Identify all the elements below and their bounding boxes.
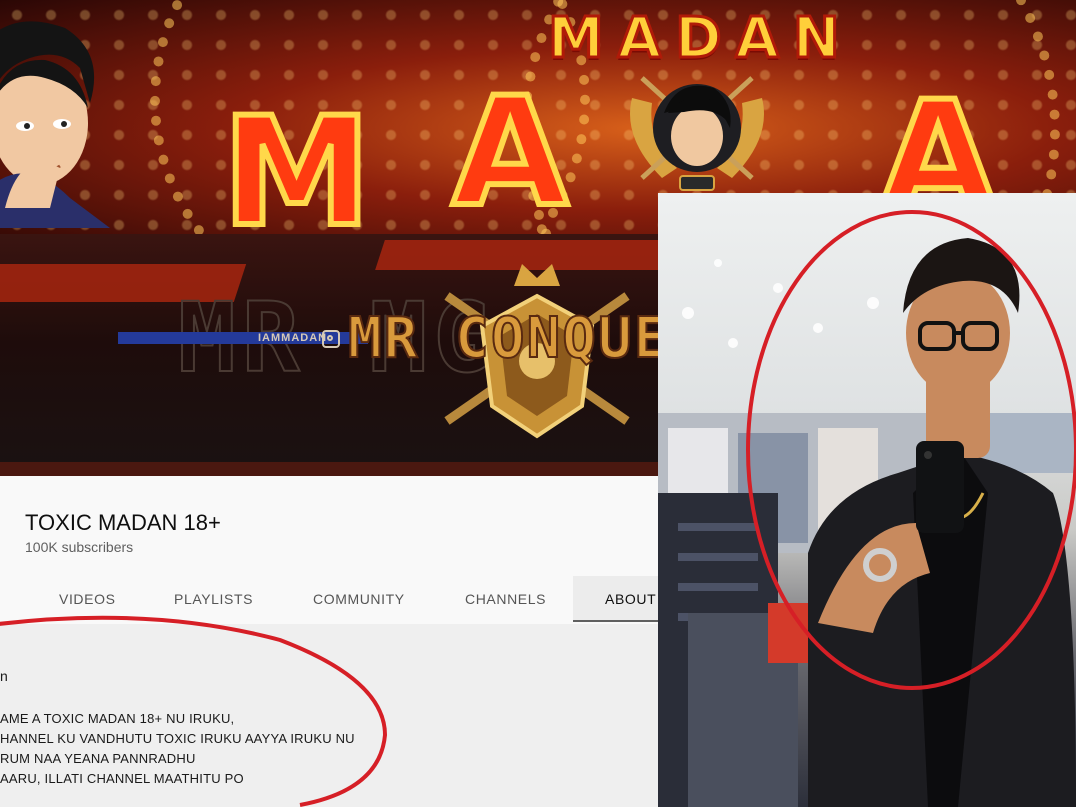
tab-community[interactable]: COMMUNITY bbox=[313, 576, 405, 622]
tab-playlists[interactable]: PLAYLISTS bbox=[174, 576, 253, 622]
instagram-handle: IAMMADAN bbox=[258, 332, 328, 344]
description-line: RUM NAA YEANA PANNRADHU bbox=[0, 751, 196, 766]
description-line: AME A TOXIC MADAN 18+ NU IRUKU, bbox=[0, 711, 235, 726]
instagram-icon bbox=[322, 330, 340, 348]
tab-about[interactable]: ABOUT bbox=[573, 576, 658, 622]
subscriber-count: 100K subscribers bbox=[25, 539, 134, 555]
tab-videos[interactable]: VIDEOS bbox=[59, 576, 116, 622]
cartoon-character-illustration bbox=[0, 21, 110, 228]
banner-big-letter: A bbox=[449, 66, 571, 234]
about-heading: n bbox=[0, 668, 8, 684]
store-selfie-illustration bbox=[658, 238, 1076, 807]
channel-tabs: VIDEOS PLAYLISTS COMMUNITY CHANNELS ABOU… bbox=[0, 576, 658, 624]
banner-big-letter: M bbox=[219, 86, 374, 234]
channel-name: TOXIC MADAN 18+ bbox=[25, 510, 221, 535]
tab-channels[interactable]: CHANNELS bbox=[465, 576, 546, 622]
banner-brand-text: MR CONQUE bbox=[347, 305, 658, 372]
about-section: n AME A TOXIC MADAN 18+ NU IRUKU, HANNEL… bbox=[0, 624, 658, 807]
channel-art-banner: MR MG IAMMADAN MR CONQUE bbox=[0, 234, 658, 476]
youtube-channel-panel: TOXIC MADAN 18+ 100K subscribers VIDEOS … bbox=[0, 476, 658, 807]
brush-stroke bbox=[0, 462, 658, 476]
selfie-photo bbox=[658, 193, 1076, 807]
description-line: HANNEL KU VANDHUTU TOXIC IRUKU AAYYA IRU… bbox=[0, 731, 355, 746]
pubg-emblem-icon bbox=[630, 76, 764, 191]
description-line: AARU, ILLATI CHANNEL MAATHITU PO bbox=[0, 771, 244, 786]
